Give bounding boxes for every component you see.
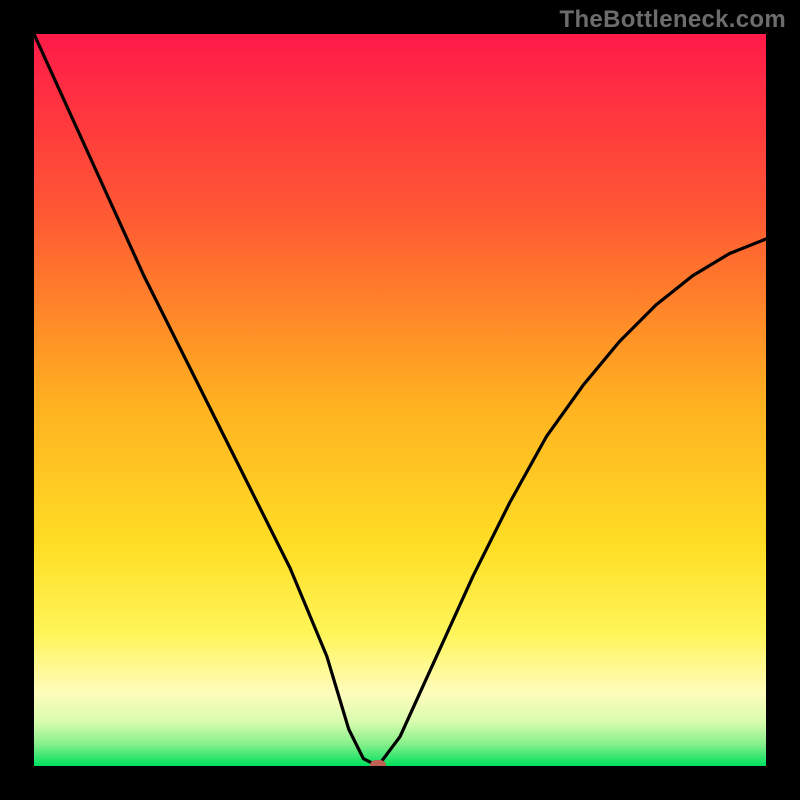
watermark-text: TheBottleneck.com [560, 6, 786, 34]
plot-area [34, 34, 766, 766]
bottleneck-curve [34, 34, 766, 766]
optimal-point-marker [370, 760, 386, 766]
chart-frame: TheBottleneck.com [0, 0, 800, 800]
